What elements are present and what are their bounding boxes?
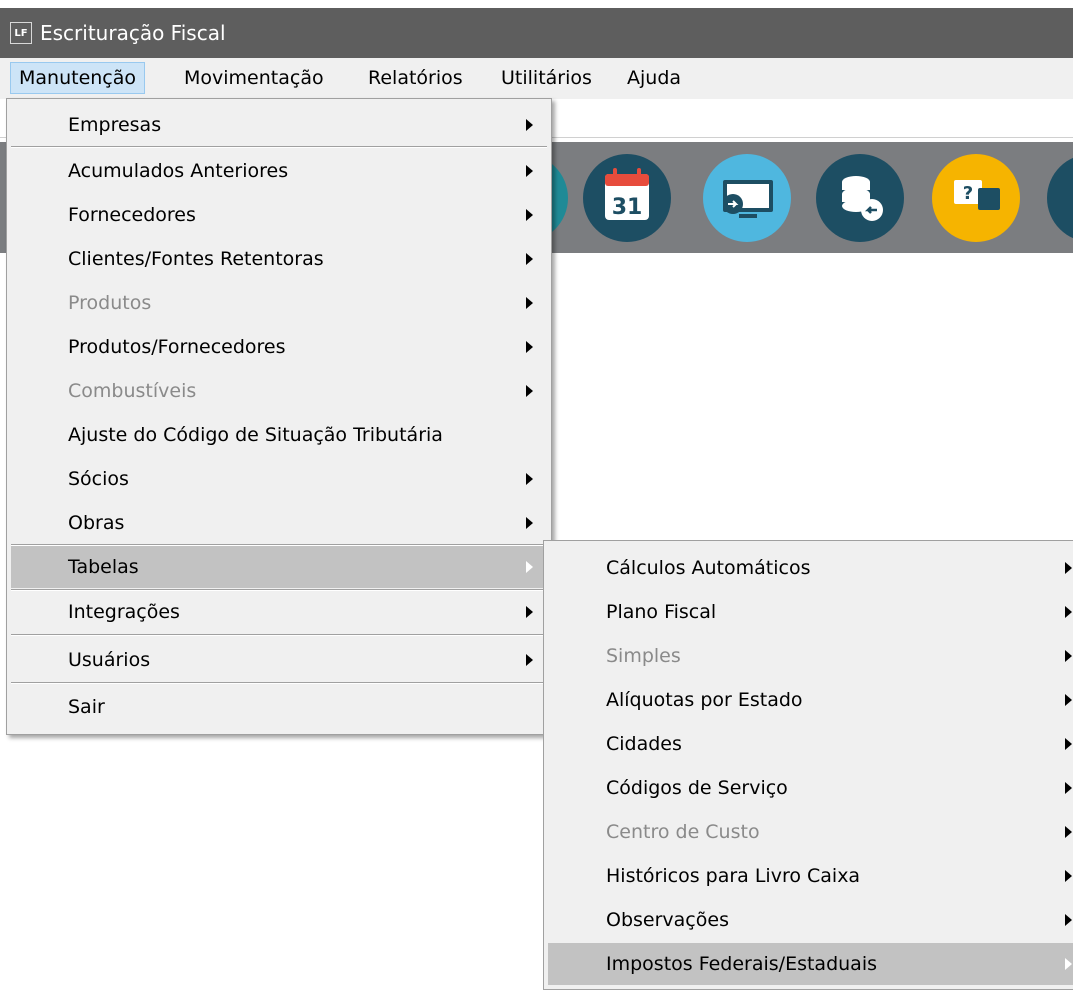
app-logo-icon: LF: [10, 22, 32, 44]
tabelas-submenu: Cálculos Automáticos Plano Fiscal Simple…: [543, 540, 1073, 990]
menu-item-label: Sair: [68, 696, 105, 718]
submenu-arrow-icon: [526, 385, 533, 397]
menu-item-clientes[interactable]: Clientes/Fontes Retentoras: [11, 238, 547, 280]
menu-item-label: Produtos/Fornecedores: [68, 336, 286, 358]
submenu-arrow-icon: [526, 297, 533, 309]
menu-item-label: Cidades: [606, 733, 682, 755]
menu-item-label: Usuários: [68, 649, 151, 671]
submenu-arrow-icon: [1065, 870, 1072, 882]
submenu-arrow-icon: [1065, 826, 1072, 838]
menu-item-tabelas[interactable]: Tabelas: [11, 546, 547, 588]
menu-item-obras[interactable]: Obras: [11, 502, 547, 544]
menu-item-label: Cálculos Automáticos: [606, 557, 811, 579]
calendar-icon: 31: [605, 168, 649, 220]
submenu-arrow-icon: [526, 473, 533, 485]
menu-item-label: Obras: [68, 512, 125, 534]
submenu-item-historicos[interactable]: Históricos para Livro Caixa: [548, 855, 1073, 897]
database-icon: [842, 176, 883, 221]
submenu-arrow-icon: [526, 209, 533, 221]
submenu-item-plano-fiscal[interactable]: Plano Fiscal: [548, 591, 1073, 633]
menu-item-integracoes[interactable]: Integrações: [11, 591, 547, 633]
menu-relatorios[interactable]: Relatórios: [360, 62, 471, 94]
menu-separator: [11, 146, 547, 148]
menu-item-label: Clientes/Fontes Retentoras: [68, 248, 324, 270]
menu-ajuda[interactable]: Ajuda: [619, 62, 689, 94]
menu-item-label: Plano Fiscal: [606, 601, 717, 623]
menu-item-fornecedores[interactable]: Fornecedores: [11, 194, 547, 236]
submenu-item-calculos[interactable]: Cálculos Automáticos: [548, 547, 1073, 589]
menu-item-label: Centro de Custo: [606, 821, 760, 843]
menu-item-combustiveis: Combustíveis: [11, 370, 547, 412]
submenu-arrow-icon: [1065, 606, 1072, 618]
submenu-arrow-icon: [1065, 650, 1072, 662]
menu-item-label: Fornecedores: [68, 204, 196, 226]
menu-item-ajuste-cst[interactable]: Ajuste do Código de Situação Tributária: [11, 414, 547, 456]
submenu-item-simples: Simples: [548, 635, 1073, 677]
menu-item-produtos-fornecedores[interactable]: Produtos/Fornecedores: [11, 326, 547, 368]
help-chat-icon: ?: [954, 180, 1000, 210]
submenu-arrow-icon: [526, 561, 533, 573]
svg-text:?: ?: [963, 183, 973, 204]
submenu-arrow-icon: [526, 341, 533, 353]
submenu-arrow-icon: [526, 253, 533, 265]
calendar-day-label: 31: [612, 195, 643, 220]
window-title: Escrituração Fiscal: [40, 21, 226, 45]
menu-item-label: Códigos de Serviço: [606, 777, 788, 799]
menu-item-label: Tabelas: [68, 556, 139, 578]
toolbar-partial-icon[interactable]: [1047, 154, 1073, 242]
menu-item-label: Simples: [606, 645, 681, 667]
toolbar-monitor-button[interactable]: [703, 154, 791, 242]
menu-item-empresas[interactable]: Empresas: [11, 104, 547, 146]
menu-item-usuarios[interactable]: Usuários: [11, 639, 547, 681]
menu-manutencao[interactable]: Manutenção: [10, 62, 146, 94]
submenu-arrow-icon: [526, 165, 533, 177]
menu-item-label: Históricos para Livro Caixa: [606, 865, 861, 887]
menu-item-label: Alíquotas por Estado: [606, 689, 803, 711]
menu-item-label: Combustíveis: [68, 380, 197, 402]
monitor-icon: [723, 180, 773, 218]
submenu-item-cidades[interactable]: Cidades: [548, 723, 1073, 765]
submenu-arrow-icon: [1065, 562, 1072, 574]
menu-separator: [11, 682, 547, 684]
menu-item-label: Integrações: [68, 601, 180, 623]
menu-item-label: Acumulados Anteriores: [68, 160, 289, 182]
menu-utilitarios[interactable]: Utilitários: [493, 62, 600, 94]
submenu-arrow-icon: [526, 654, 533, 666]
submenu-arrow-icon: [1065, 782, 1072, 794]
toolbar-help-button[interactable]: ?: [932, 154, 1020, 242]
submenu-item-codigos-servico[interactable]: Códigos de Serviço: [548, 767, 1073, 809]
submenu-item-impostos[interactable]: Impostos Federais/Estaduais: [548, 943, 1073, 985]
submenu-arrow-icon: [1065, 958, 1072, 970]
menu-item-socios[interactable]: Sócios: [11, 458, 547, 500]
submenu-arrow-icon: [1065, 914, 1072, 926]
manutencao-dropdown: Empresas Acumulados Anteriores Fornecedo…: [6, 98, 552, 735]
menu-item-sair[interactable]: Sair: [11, 686, 547, 728]
menu-movimentacao[interactable]: Movimentação: [176, 62, 332, 94]
submenu-arrow-icon: [1065, 694, 1072, 706]
menu-item-produtos: Produtos: [11, 282, 547, 324]
toolbar-calendar-button[interactable]: 31: [583, 154, 671, 242]
submenu-item-centro-custo: Centro de Custo: [548, 811, 1073, 853]
submenu-arrow-icon: [1065, 738, 1072, 750]
menu-bar: Manutenção Movimentação Relatórios Utili…: [0, 58, 1073, 99]
menu-item-label: Produtos: [68, 292, 152, 314]
title-bar: LF Escrituração Fiscal: [0, 8, 1073, 58]
menu-item-label: Ajuste do Código de Situação Tributária: [68, 424, 443, 446]
menu-item-label: Impostos Federais/Estaduais: [606, 953, 877, 975]
menu-item-label: Empresas: [68, 114, 162, 136]
menu-item-label: Observações: [606, 909, 729, 931]
menu-item-label: Sócios: [68, 468, 129, 490]
submenu-item-observacoes[interactable]: Observações: [548, 899, 1073, 941]
toolbar-database-button[interactable]: [816, 154, 904, 242]
menu-separator: [11, 634, 547, 636]
menu-item-acumulados[interactable]: Acumulados Anteriores: [11, 150, 547, 192]
submenu-item-aliquotas[interactable]: Alíquotas por Estado: [548, 679, 1073, 721]
submenu-arrow-icon: [526, 606, 533, 618]
submenu-arrow-icon: [526, 517, 533, 529]
submenu-arrow-icon: [526, 119, 533, 131]
